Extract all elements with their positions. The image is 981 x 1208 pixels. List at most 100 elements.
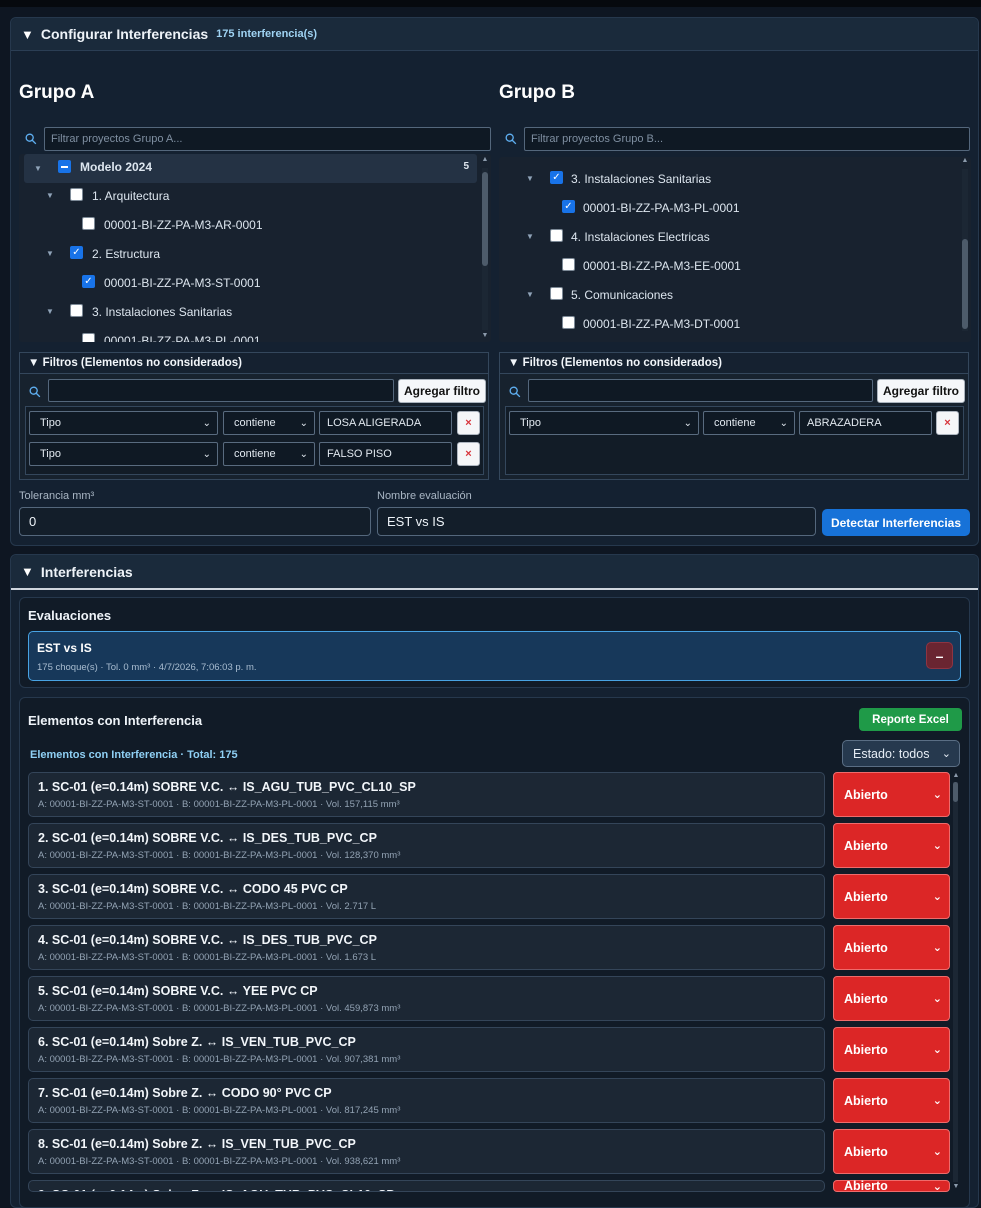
checkbox[interactable]: [562, 316, 575, 329]
status-select[interactable]: Abierto ⌄: [833, 1129, 950, 1174]
filters-header[interactable]: ▼ Filtros (Elementos no considerados): [20, 353, 488, 374]
collapse-arrow-icon[interactable]: ▼: [28, 357, 43, 369]
search-icon: ⚲: [21, 129, 42, 150]
checkbox-checked[interactable]: ✓: [550, 171, 563, 184]
filter-op-select[interactable]: contiene ⌄: [223, 411, 315, 435]
checkbox[interactable]: [562, 258, 575, 271]
clash-row[interactable]: 5. SC-01 (e=0.14m) SOBRE V.C. ↔ YEE PVC …: [28, 976, 825, 1021]
scrollbar-thumb[interactable]: [482, 172, 488, 266]
chevron-down-icon: ⌄: [202, 448, 211, 460]
checkbox[interactable]: [82, 217, 95, 230]
clash-row[interactable]: 3. SC-01 (e=0.14m) SOBRE V.C. ↔ CODO 45 …: [28, 874, 825, 919]
detect-interferences-button[interactable]: Detectar Interferencias: [822, 509, 970, 536]
tree-item-pl-0001[interactable]: 00001-BI-ZZ-PA-M3-PL-0001: [19, 326, 477, 342]
add-filter-button[interactable]: Agregar filtro: [398, 379, 486, 403]
tree-item-pl-0001[interactable]: ✓ 00001-BI-ZZ-PA-M3-PL-0001: [499, 193, 957, 222]
tree-item-comunicaciones[interactable]: ▼ 5. Comunicaciones: [499, 280, 957, 309]
checkbox[interactable]: [70, 188, 83, 201]
excel-report-button[interactable]: Reporte Excel: [859, 708, 962, 731]
filter-value-input[interactable]: FALSO PISO: [319, 442, 452, 466]
filter-value-input[interactable]: LOSA ALIGERADA: [319, 411, 452, 435]
clash-row[interactable]: 6. SC-01 (e=0.14m) Sobre Z. ↔ IS_VEN_TUB…: [28, 1027, 825, 1072]
filter-field-select[interactable]: Tipo ⌄: [29, 411, 218, 435]
tree-item-ar-0001[interactable]: 00001-BI-ZZ-PA-M3-AR-0001: [19, 210, 477, 239]
list-scrollbar[interactable]: [953, 782, 958, 1182]
filter-field-select[interactable]: Tipo ⌄: [509, 411, 699, 435]
scroll-up-icon[interactable]: ▲: [951, 772, 961, 779]
group-b-search-input[interactable]: [524, 127, 970, 151]
caret-icon[interactable]: ▼: [526, 174, 534, 183]
delete-evaluation-button[interactable]: –: [926, 642, 953, 669]
checkbox[interactable]: [550, 229, 563, 242]
caret-icon[interactable]: ▼: [46, 249, 54, 258]
scroll-up-icon[interactable]: ▲: [960, 157, 970, 164]
interferences-header[interactable]: ▼ Interferencias: [11, 555, 978, 590]
collapse-arrow-icon[interactable]: ▼: [21, 564, 34, 579]
clash-row[interactable]: 7. SC-01 (e=0.14m) Sobre Z. ↔ CODO 90° P…: [28, 1078, 825, 1123]
status-select[interactable]: Abierto ⌄: [833, 1078, 950, 1123]
status-select[interactable]: Abierto ⌄: [833, 772, 950, 817]
tree-item-st-0001[interactable]: ✓ 00001-BI-ZZ-PA-M3-ST-0001: [19, 268, 477, 297]
caret-icon[interactable]: ▼: [46, 191, 54, 200]
checkbox-checked[interactable]: ✓: [562, 200, 575, 213]
tree-item-electricas[interactable]: ▼ 4. Instalaciones Electricas: [499, 222, 957, 251]
evaluation-card[interactable]: EST vs IS 175 choque(s) · Tol. 0 mm³ · 4…: [28, 631, 961, 681]
filter-value-input[interactable]: ABRAZADERA: [799, 411, 932, 435]
caret-icon[interactable]: ▼: [526, 290, 534, 299]
status-select[interactable]: Abierto ⌄: [833, 976, 950, 1021]
scrollbar[interactable]: [962, 169, 968, 331]
collapse-arrow-icon[interactable]: ▼: [508, 357, 523, 369]
status-select[interactable]: Abierto ⌄: [833, 823, 950, 868]
tree-item-estructura[interactable]: ▼ ✓ 2. Estructura: [19, 239, 477, 268]
checkbox[interactable]: [82, 333, 95, 342]
caret-icon[interactable]: ▼: [46, 307, 54, 316]
group-a-filter-input[interactable]: [48, 379, 394, 402]
checkbox-partial[interactable]: [58, 160, 71, 173]
clash-row[interactable]: 8. SC-01 (e=0.14m) Sobre Z. ↔ IS_VEN_TUB…: [28, 1129, 825, 1174]
checkbox-checked[interactable]: ✓: [82, 275, 95, 288]
tree-item-dt-0001[interactable]: 00001-BI-ZZ-PA-M3-DT-0001: [499, 309, 957, 338]
tree-item-sanitarias[interactable]: ▼ 3. Instalaciones Sanitarias: [19, 297, 477, 326]
filter-op-select[interactable]: contiene ⌄: [703, 411, 795, 435]
tree-item-modelo-2024[interactable]: ▼ Modelo 2024 5: [24, 154, 477, 183]
status-select[interactable]: Abierto ⌄: [833, 874, 950, 919]
count-badge: 5: [463, 161, 469, 172]
checkbox[interactable]: [70, 304, 83, 317]
eval-name-input[interactable]: EST vs IS: [377, 507, 816, 536]
scrollbar[interactable]: [482, 168, 488, 330]
clash-row[interactable]: 9. SC-01 (e=0.14m) Sobre Z. ↔ IS_AGU_TUB…: [28, 1180, 825, 1192]
status-select[interactable]: Abierto ⌄: [833, 1027, 950, 1072]
remove-filter-button[interactable]: ×: [457, 442, 480, 466]
collapse-arrow-icon[interactable]: ▼: [21, 27, 34, 42]
scroll-down-icon[interactable]: ▼: [951, 1183, 961, 1190]
status-select[interactable]: Abierto ⌄: [833, 925, 950, 970]
tolerance-input[interactable]: 0: [19, 507, 371, 536]
status-value: Abierto: [844, 991, 888, 1006]
filter-op-select[interactable]: contiene ⌄: [223, 442, 315, 466]
add-filter-button[interactable]: Agregar filtro: [877, 379, 965, 403]
clash-row[interactable]: 1. SC-01 (e=0.14m) SOBRE V.C. ↔ IS_AGU_T…: [28, 772, 825, 817]
tree-item-arquitectura[interactable]: ▼ 1. Arquitectura: [19, 181, 477, 210]
checkbox-checked[interactable]: ✓: [70, 246, 83, 259]
group-a-search-input[interactable]: [44, 127, 491, 151]
tree-item-ee-0001[interactable]: 00001-BI-ZZ-PA-M3-EE-0001: [499, 251, 957, 280]
remove-filter-button[interactable]: ×: [936, 411, 959, 435]
caret-icon[interactable]: ▼: [34, 164, 42, 173]
scroll-up-icon[interactable]: ▲: [480, 156, 490, 163]
scrollbar-thumb[interactable]: [962, 239, 968, 329]
clash-row[interactable]: 2. SC-01 (e=0.14m) SOBRE V.C. ↔ IS_DES_T…: [28, 823, 825, 868]
status-filter-select[interactable]: Estado: todos ⌄: [842, 740, 960, 767]
remove-filter-button[interactable]: ×: [457, 411, 480, 435]
filters-header[interactable]: ▼ Filtros (Elementos no considerados): [500, 353, 968, 374]
group-b-filter-input[interactable]: [528, 379, 873, 402]
scroll-down-icon[interactable]: ▼: [480, 332, 490, 339]
filters-title: Filtros (Elementos no considerados): [522, 357, 722, 369]
config-header[interactable]: ▼ Configurar Interferencias 175 interfer…: [11, 18, 978, 51]
status-select[interactable]: Abierto ⌄: [833, 1179, 950, 1193]
tree-item-sanitarias[interactable]: ▼ ✓ 3. Instalaciones Sanitarias: [499, 164, 957, 193]
filter-field-select[interactable]: Tipo ⌄: [29, 442, 218, 466]
scrollbar-thumb[interactable]: [953, 782, 958, 802]
caret-icon[interactable]: ▼: [526, 232, 534, 241]
clash-row[interactable]: 4. SC-01 (e=0.14m) SOBRE V.C. ↔ IS_DES_T…: [28, 925, 825, 970]
checkbox[interactable]: [550, 287, 563, 300]
